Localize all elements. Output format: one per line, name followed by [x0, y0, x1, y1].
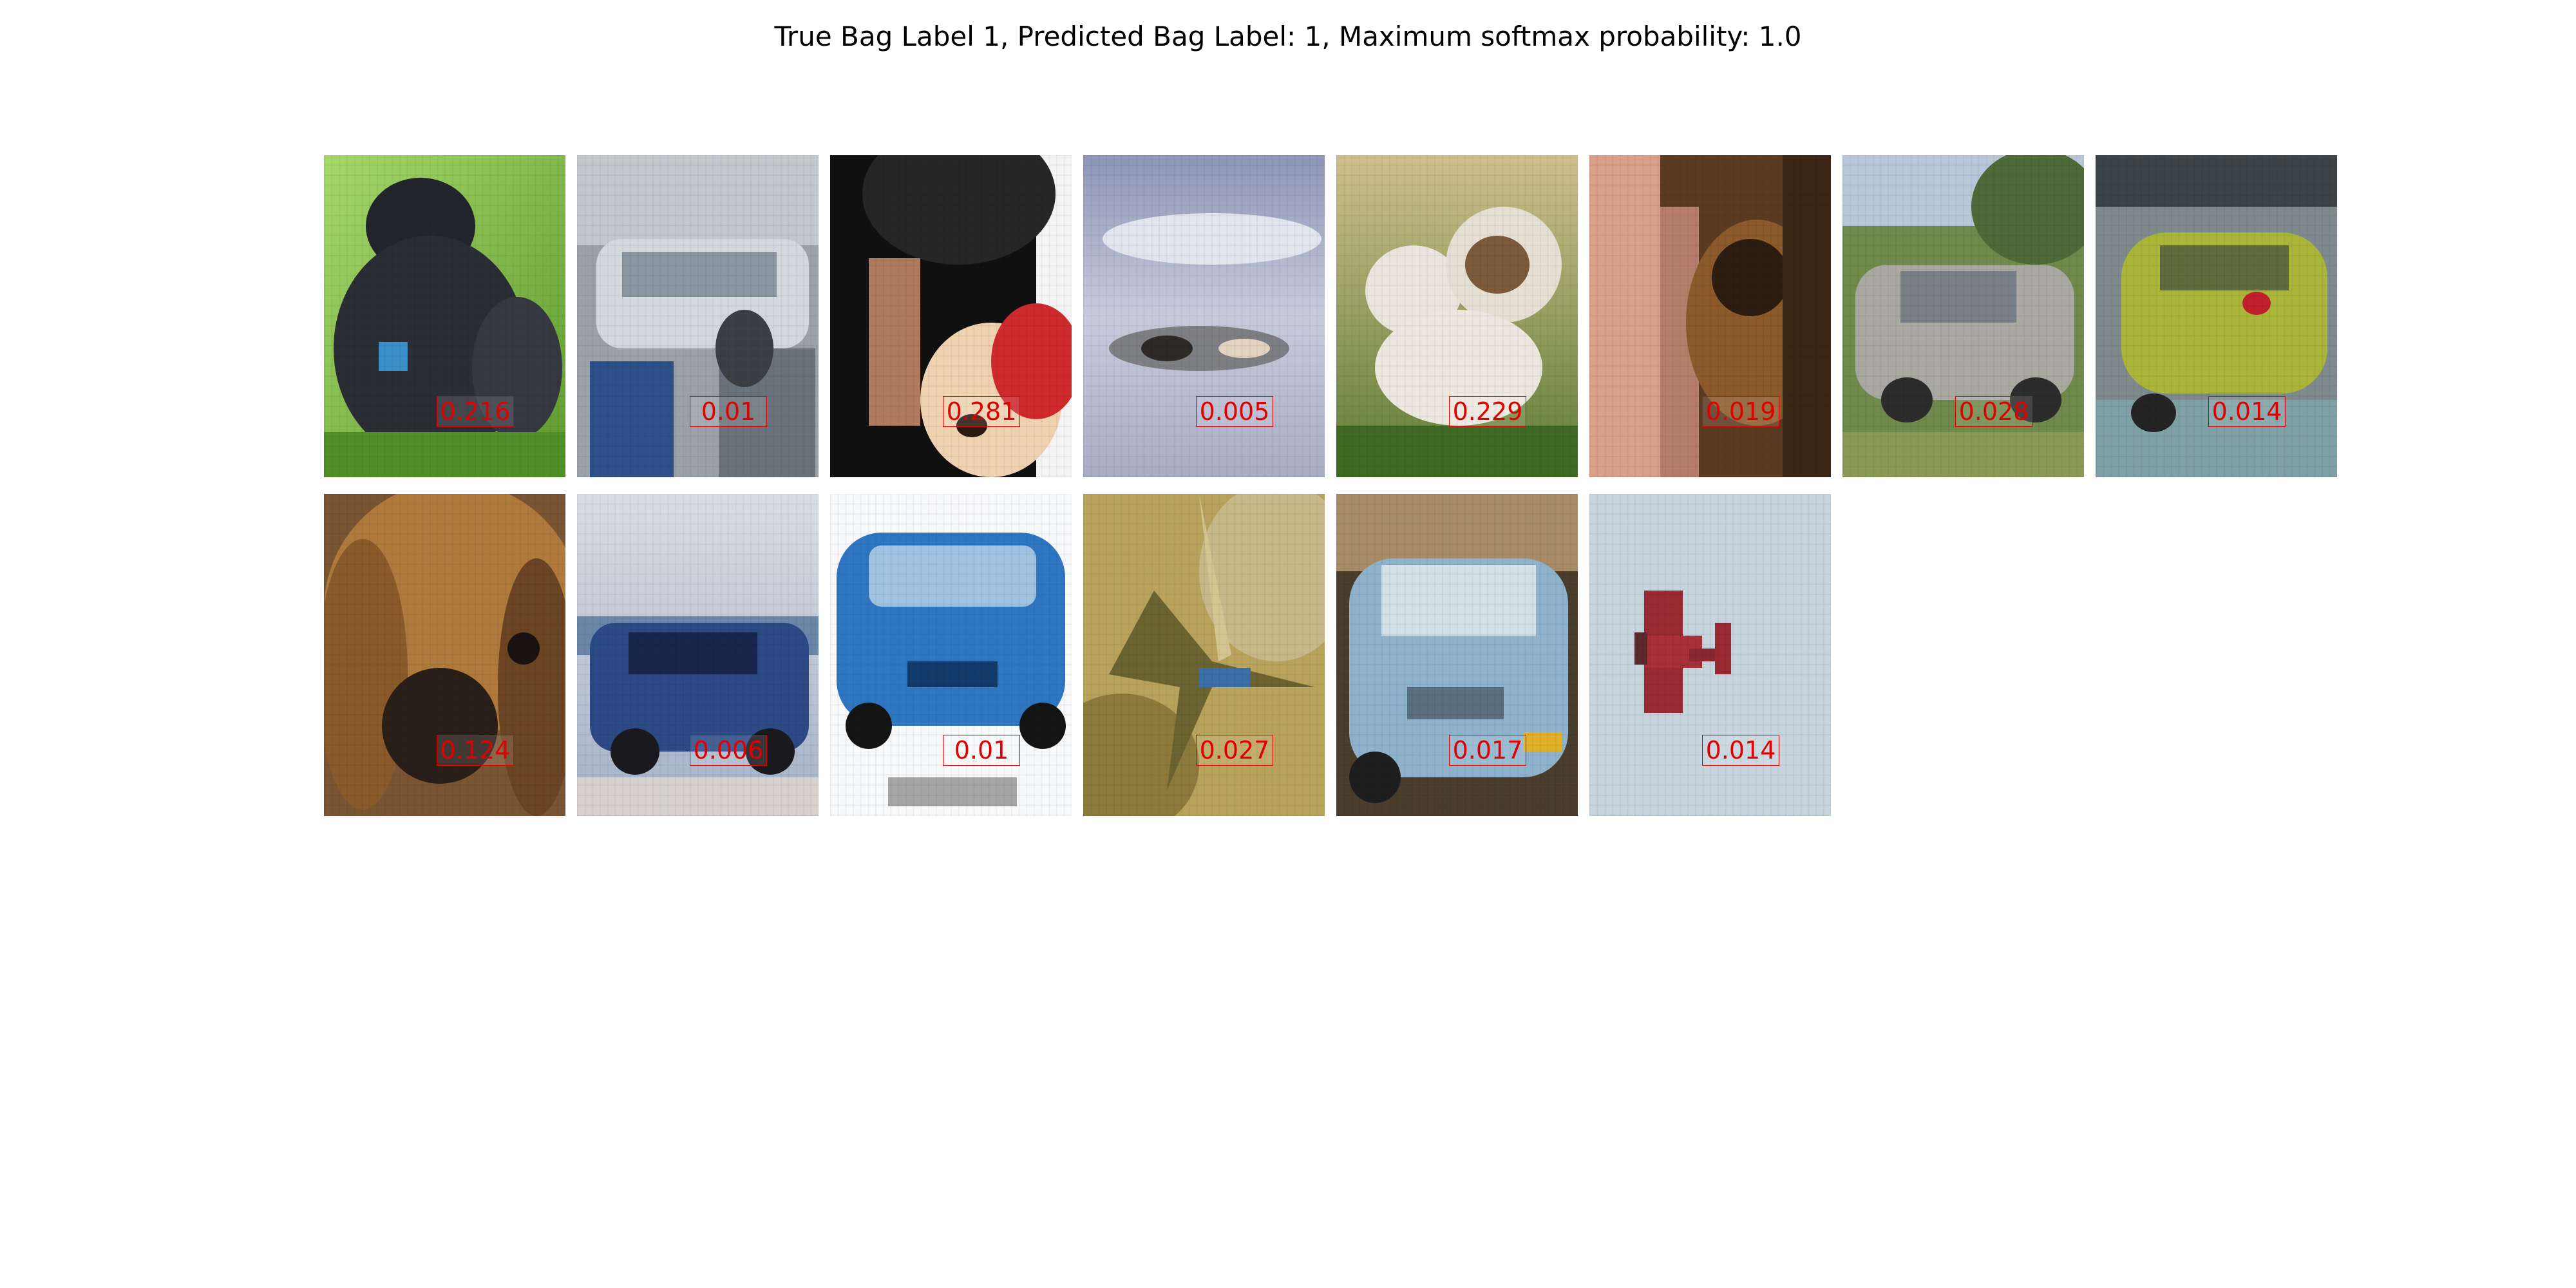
pixel-texture: [1083, 155, 1325, 477]
attention-score-label: 0.005: [1196, 396, 1273, 427]
pixel-texture: [1842, 155, 2084, 477]
instance-tile: 0.124: [324, 494, 565, 816]
attention-score-label: 0.01: [943, 735, 1020, 766]
instance-tile: 0.006: [577, 494, 819, 816]
attention-score-label: 0.124: [437, 735, 514, 766]
pixel-texture: [2096, 155, 2337, 477]
pixel-texture: [577, 155, 819, 477]
instance-tile: 0.229: [1336, 155, 1578, 477]
instance-tile: 0.017: [1336, 494, 1578, 816]
attention-score-label: 0.028: [1955, 396, 2032, 427]
instance-tile: 0.019: [1589, 155, 1831, 477]
attention-score-label: 0.014: [2208, 396, 2286, 427]
pixel-texture: [1336, 155, 1578, 477]
instance-tile: 0.014: [2096, 155, 2337, 477]
attention-score-label: 0.01: [690, 396, 767, 427]
attention-score-label: 0.216: [437, 396, 514, 427]
instance-tile: 0.281: [830, 155, 1072, 477]
instance-tile: 0.216: [324, 155, 565, 477]
pixel-texture: [1336, 494, 1578, 816]
instance-tile: 0.014: [1589, 494, 1831, 816]
instance-tile: 0.027: [1083, 494, 1325, 816]
pixel-texture: [577, 494, 819, 816]
attention-score-label: 0.027: [1196, 735, 1273, 766]
pixel-texture: [830, 494, 1072, 816]
pixel-texture: [1589, 494, 1831, 816]
attention-score-label: 0.281: [943, 396, 1020, 427]
attention-score-label: 0.017: [1449, 735, 1526, 766]
image-grid: 0.216 0.01 0.281 0.005 0.229 0.019 0.028…: [0, 0, 2576, 1288]
pixel-texture: [324, 494, 565, 816]
pixel-texture: [830, 155, 1072, 477]
instance-tile: 0.028: [1842, 155, 2084, 477]
attention-score-label: 0.006: [690, 735, 767, 766]
attention-score-label: 0.014: [1702, 735, 1779, 766]
instance-tile: 0.005: [1083, 155, 1325, 477]
attention-score-label: 0.019: [1702, 396, 1779, 427]
pixel-texture: [324, 155, 565, 477]
attention-score-label: 0.229: [1449, 396, 1526, 427]
pixel-texture: [1083, 494, 1325, 816]
instance-tile: 0.01: [577, 155, 819, 477]
instance-tile: 0.01: [830, 494, 1072, 816]
pixel-texture: [1589, 155, 1831, 477]
